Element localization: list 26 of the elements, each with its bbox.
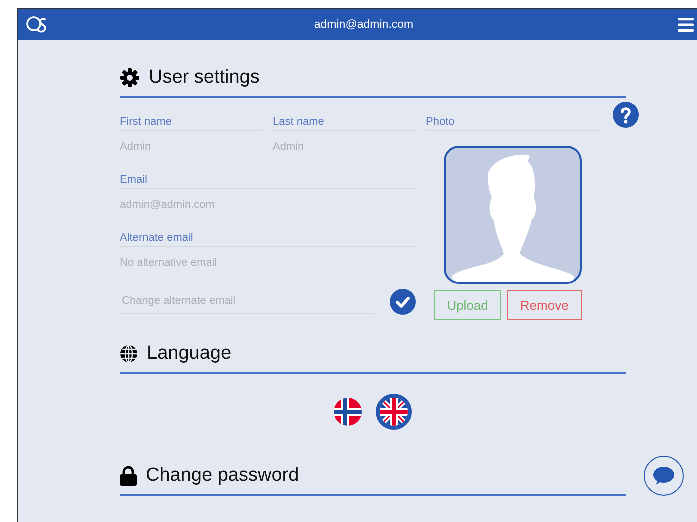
field-label: Photo: [426, 116, 600, 131]
menu-icon[interactable]: [678, 18, 694, 32]
field-label: Alternate email: [120, 232, 416, 247]
section-title: Change password: [146, 465, 300, 487]
field-label: First name: [120, 116, 262, 131]
field-value: Admin: [120, 141, 152, 153]
upload-button[interactable]: Upload: [434, 290, 502, 320]
lock-icon: [120, 466, 137, 486]
field-label: Last name: [273, 116, 415, 131]
email-input[interactable]: Change alternate email: [120, 290, 374, 314]
field-value: No alternative email: [120, 257, 218, 269]
user-email: admin@admin.com: [314, 18, 414, 30]
field-value: admin@admin.com: [120, 199, 216, 211]
chat-icon: [653, 466, 675, 486]
section-title: Language: [147, 343, 232, 365]
help-icon[interactable]: [613, 102, 639, 128]
field-label: Email: [120, 174, 416, 189]
globe-icon: [120, 345, 138, 363]
section-title: User settings: [149, 67, 260, 89]
uk-flag-button[interactable]: [376, 394, 412, 430]
field-value: Admin: [273, 141, 306, 153]
confirm-icon[interactable]: [390, 289, 416, 315]
norway-flag-button[interactable]: [334, 398, 362, 426]
chat-button[interactable]: [644, 456, 684, 496]
remove-button[interactable]: Remove: [507, 290, 582, 320]
settings-icon: [120, 68, 140, 88]
